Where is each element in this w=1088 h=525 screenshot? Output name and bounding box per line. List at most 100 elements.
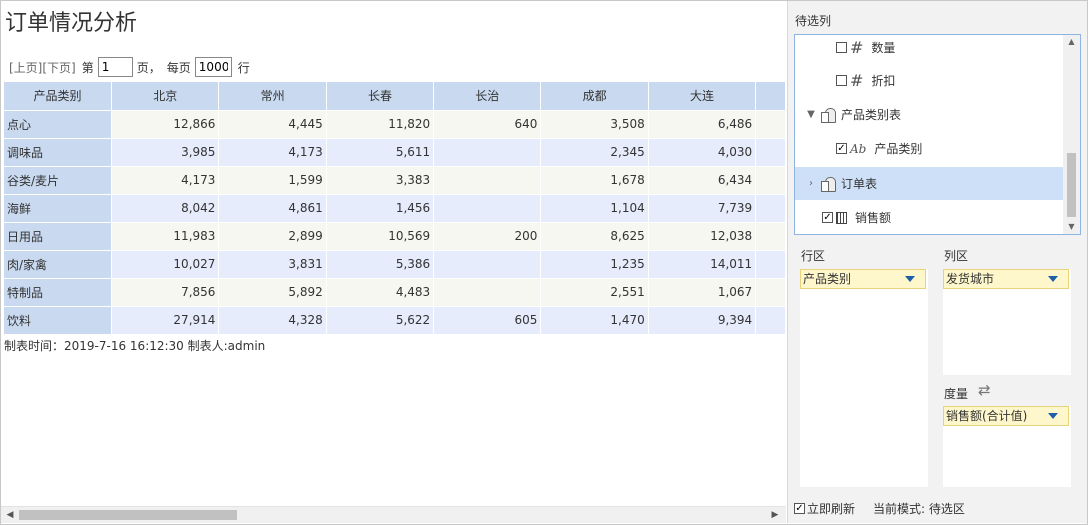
scroll-left-icon[interactable]: ◀ bbox=[3, 507, 17, 523]
table-cell bbox=[433, 278, 542, 307]
candidate-field-tree: # 数量 # 折扣 ▼ 产品类别表 ✓ Ab 产品类别 › 订单表 ✓ 销售额 bbox=[794, 34, 1081, 235]
table-cell: 3,508 bbox=[540, 110, 649, 139]
row-field-chip[interactable]: 产品类别 bbox=[800, 269, 926, 289]
vertical-scroll-thumb[interactable] bbox=[1067, 153, 1076, 217]
measure-zone-label: 度量 bbox=[944, 387, 969, 401]
column-field-chip[interactable]: 发货城市 bbox=[943, 269, 1069, 289]
row-header: 日用品 bbox=[4, 222, 112, 251]
category-checkbox[interactable]: ✓ bbox=[836, 143, 847, 154]
tree-item-discount[interactable]: # 折扣 bbox=[795, 64, 1063, 97]
table-icon bbox=[821, 107, 836, 123]
sales-checkbox[interactable]: ✓ bbox=[822, 212, 833, 223]
table-cell: 6,434 bbox=[648, 166, 757, 195]
auto-refresh-label[interactable]: 立即刷新 bbox=[807, 500, 855, 517]
page-number-input[interactable] bbox=[97, 57, 133, 77]
prev-page-link[interactable]: [上页] bbox=[9, 59, 42, 76]
page-size-prefix-label: 每页 bbox=[166, 60, 191, 75]
column-header: 成都 bbox=[540, 82, 649, 111]
table-row: 肉/家禽 10,027 3,831 5,386 1,235 14,011 bbox=[4, 250, 786, 279]
page-suffix-label: 页， bbox=[136, 60, 161, 75]
table-cell: 4,861 bbox=[218, 194, 327, 223]
column-zone[interactable]: 发货城市 bbox=[943, 269, 1071, 375]
table-cell bbox=[755, 194, 786, 223]
table-cell: 640 bbox=[433, 110, 542, 139]
tree-item-quantity[interactable]: # 数量 bbox=[795, 35, 1063, 64]
row-zone[interactable]: 产品类别 bbox=[800, 269, 928, 487]
next-page-link[interactable]: [下页] bbox=[42, 59, 75, 76]
column-header-overflow bbox=[755, 82, 786, 111]
chevron-down-icon[interactable] bbox=[905, 276, 915, 282]
measure-field-chip[interactable]: 销售额(合计值) bbox=[943, 406, 1069, 426]
chevron-down-icon[interactable] bbox=[1048, 413, 1058, 419]
row-header: 饮料 bbox=[4, 306, 112, 335]
numeric-field-icon: # bbox=[850, 71, 864, 90]
chevron-down-icon[interactable]: ▼ bbox=[805, 109, 817, 120]
table-row: 海鲜 8,042 4,861 1,456 1,104 7,739 bbox=[4, 194, 786, 223]
auto-refresh-checkbox[interactable]: ✓ bbox=[794, 503, 805, 514]
table-cell bbox=[433, 138, 542, 167]
chevron-right-icon[interactable]: › bbox=[805, 178, 817, 189]
discount-checkbox[interactable] bbox=[836, 75, 847, 86]
table-cell: 605 bbox=[433, 306, 542, 335]
column-header: 大连 bbox=[648, 82, 757, 111]
pager: [上页] [下页] 第 页， 每页 行 bbox=[9, 57, 250, 77]
tree-vertical-scrollbar[interactable]: ▲ ▼ bbox=[1063, 35, 1080, 234]
corner-header: 产品类别 bbox=[4, 82, 112, 111]
row-header: 调味品 bbox=[4, 138, 112, 167]
scroll-down-icon[interactable]: ▼ bbox=[1063, 220, 1080, 234]
quantity-checkbox[interactable] bbox=[836, 42, 847, 53]
table-cell bbox=[755, 250, 786, 279]
report-title: 订单情况分析 bbox=[5, 11, 138, 36]
table-cell: 7,856 bbox=[111, 278, 220, 307]
table-cell bbox=[433, 250, 542, 279]
refresh-icon[interactable]: ⇄ bbox=[978, 381, 991, 399]
tree-item-label: 产品类别 bbox=[874, 142, 923, 156]
row-header: 点心 bbox=[4, 110, 112, 139]
column-header: 长春 bbox=[326, 82, 435, 111]
page-prefix-label: 第 bbox=[81, 60, 94, 75]
table-cell: 12,866 bbox=[111, 110, 220, 139]
table-cell: 5,622 bbox=[326, 306, 435, 335]
table-cell: 2,551 bbox=[540, 278, 649, 307]
numeric-field-icon: # bbox=[850, 38, 864, 57]
tree-item-order-table[interactable]: › 订单表 bbox=[795, 167, 1063, 200]
horizontal-scrollbar[interactable]: ◀ ▶ bbox=[1, 506, 786, 523]
horizontal-scroll-thumb[interactable] bbox=[19, 510, 237, 520]
panel-status-bar: ✓ 立即刷新 当前模式: 待选区 bbox=[794, 500, 965, 517]
measure-zone[interactable]: 销售额(合计值) bbox=[943, 406, 1071, 487]
table-cell: 9,394 bbox=[648, 306, 757, 335]
report-area: 订单情况分析 [上页] [下页] 第 页， 每页 行 产品类别 北京 常州 长春… bbox=[1, 1, 786, 523]
tree-item-sales[interactable]: ✓ 销售额 bbox=[795, 201, 1063, 234]
text-field-icon: Ab bbox=[850, 141, 867, 156]
column-field-label: 发货城市 bbox=[946, 272, 995, 286]
table-icon bbox=[821, 176, 836, 192]
row-header: 谷类/麦片 bbox=[4, 166, 112, 195]
table-cell bbox=[433, 166, 542, 195]
scroll-right-icon[interactable]: ▶ bbox=[768, 507, 782, 523]
measure-field-label: 销售额(合计值) bbox=[946, 409, 1028, 423]
table-cell: 200 bbox=[433, 222, 542, 251]
table-cell: 4,328 bbox=[218, 306, 327, 335]
table-cell: 1,678 bbox=[540, 166, 649, 195]
tree-item-label: 折扣 bbox=[871, 74, 896, 88]
table-cell: 14,011 bbox=[648, 250, 757, 279]
table-cell: 4,445 bbox=[218, 110, 327, 139]
table-cell: 5,386 bbox=[326, 250, 435, 279]
page-size-suffix-label: 行 bbox=[237, 60, 250, 75]
tree-item-category-table[interactable]: ▼ 产品类别表 bbox=[795, 98, 1063, 131]
table-cell: 1,104 bbox=[540, 194, 649, 223]
tree-item-category-field[interactable]: ✓ Ab 产品类别 bbox=[795, 132, 1063, 165]
table-row: 特制品 7,856 5,892 4,483 2,551 1,067 bbox=[4, 278, 786, 307]
table-row: 日用品 11,983 2,899 10,569 200 8,625 12,038 bbox=[4, 222, 786, 251]
table-row: 点心 12,866 4,445 11,820 640 3,508 6,486 bbox=[4, 110, 786, 139]
table-cell: 7,739 bbox=[648, 194, 757, 223]
table-cell: 10,569 bbox=[326, 222, 435, 251]
page-size-input[interactable] bbox=[194, 57, 232, 77]
table-cell: 1,067 bbox=[648, 278, 757, 307]
table-cell: 4,030 bbox=[648, 138, 757, 167]
table-cell: 2,899 bbox=[218, 222, 327, 251]
row-header: 特制品 bbox=[4, 278, 112, 307]
candidate-columns-label: 待选列 bbox=[795, 14, 832, 28]
chevron-down-icon[interactable] bbox=[1048, 276, 1058, 282]
scroll-up-icon[interactable]: ▲ bbox=[1063, 35, 1080, 49]
